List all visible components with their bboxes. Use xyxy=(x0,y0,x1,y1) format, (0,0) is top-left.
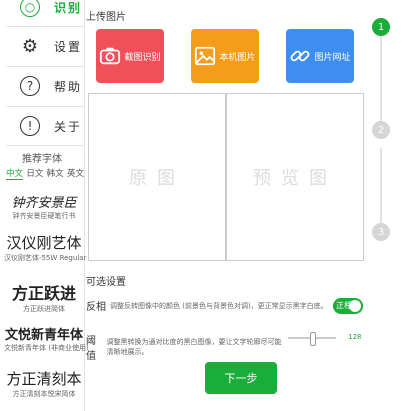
original-image-panel: 原图 xyxy=(88,93,226,261)
font-sample-caption: 文悦新青年体 (非商业使用) xyxy=(4,344,89,352)
font-sample[interactable]: 汉仪刚艺体 汉仪刚艺体-55W Regular xyxy=(4,232,87,263)
font-sample-name: 文悦新青年体 xyxy=(4,328,83,343)
slider-handle[interactable] xyxy=(310,332,317,346)
tab-chinese[interactable]: 中文 xyxy=(6,167,24,180)
font-tabs: 中文 日文 韩文 英文 xyxy=(6,167,84,180)
invert-toggle[interactable]: 正相 xyxy=(333,298,363,314)
divider xyxy=(6,145,84,146)
image-icon xyxy=(195,46,216,66)
font-sample-name: 方正跃进 xyxy=(11,284,76,303)
threshold-option-row: 阈值 调整黑转换为通对比度的黑白图像，要让文字轮廓尽可能清晰地展示。 xyxy=(86,332,286,362)
help-icon: ? xyxy=(20,76,40,96)
image-url-button[interactable]: 图片网址 xyxy=(286,29,354,83)
info-icon: ! xyxy=(20,116,40,136)
nav-item-about[interactable]: ! 关于 xyxy=(6,107,84,145)
button-label: 截图识别 xyxy=(124,52,161,63)
nav-item-help[interactable]: ? 帮助 xyxy=(6,67,84,105)
threshold-value: 128 xyxy=(348,333,362,341)
nav-label: 识别 xyxy=(54,0,83,15)
step-2: 2 xyxy=(372,121,390,139)
preview-image-panel: 预览图 xyxy=(226,93,364,261)
step-indicator: 1 2 3 xyxy=(372,18,392,241)
toggle-knob xyxy=(349,300,361,312)
screenshot-recognize-button[interactable]: 截图识别 xyxy=(96,29,164,83)
gear-icon: ⚙ xyxy=(21,35,39,57)
threshold-label: 阈值 xyxy=(86,336,96,362)
upload-section-title: 上传图片 xyxy=(86,12,126,23)
step-3: 3 xyxy=(372,223,390,241)
font-sample[interactable]: 方正跃进 方正跃进简体 xyxy=(4,280,84,314)
font-section-title: 推荐字体 xyxy=(22,154,62,165)
nav-label: 设置 xyxy=(54,39,83,54)
threshold-slider[interactable] xyxy=(288,332,336,346)
preview-image-label: 预览图 xyxy=(253,168,337,189)
nav-item-recognize[interactable]: ○ 识别 xyxy=(6,0,84,26)
font-sample[interactable]: 方正清刻本 方正清刻本悦宋简体 xyxy=(4,368,84,399)
nav-label: 帮助 xyxy=(54,79,83,94)
step-1: 1 xyxy=(372,18,390,36)
recognize-icon: ○ xyxy=(20,0,40,17)
options-section-title: 可选设置 xyxy=(86,277,126,288)
next-step-button[interactable]: 下一步 xyxy=(205,362,277,394)
link-icon xyxy=(291,50,310,62)
font-sample-name: 方正清刻本 xyxy=(6,370,82,388)
font-sample-caption: 钟齐安景臣硬笔行书 xyxy=(12,212,76,220)
font-sample-name: 钟齐安景臣 xyxy=(11,196,77,211)
camera-icon xyxy=(100,47,121,65)
invert-description: 调整反转图像中的颜色 (前景色与背景色对调)，更正常显示黑字白底。 xyxy=(110,301,328,310)
step-connector xyxy=(380,36,382,130)
font-sample[interactable]: 文悦新青年体 文悦新青年体 (非商业使用) xyxy=(4,324,89,353)
tab-english[interactable]: 英文 xyxy=(67,167,84,180)
original-image-label: 原图 xyxy=(129,168,185,189)
font-sample-caption: 汉仪刚艺体-55W Regular xyxy=(4,254,87,262)
font-sample[interactable]: 钟齐安景臣 钟齐安景臣硬笔行书 xyxy=(4,192,84,221)
local-image-button[interactable]: 本机图片 xyxy=(191,29,259,83)
tab-korean[interactable]: 韩文 xyxy=(47,167,64,180)
sidebar: ○ 识别 ⚙ 设置 ? 帮助 ! 关于 推荐字体 中文 日文 韩文 英文 钟齐安… xyxy=(0,0,89,411)
nav-item-settings[interactable]: ⚙ 设置 xyxy=(6,27,84,65)
font-sample-name: 汉仪刚艺体 xyxy=(6,234,82,252)
invert-label: 反相 xyxy=(86,302,106,313)
tab-japanese[interactable]: 日文 xyxy=(26,167,43,180)
font-sample-caption: 方正清刻本悦宋简体 xyxy=(12,390,76,398)
button-label: 本机图片 xyxy=(219,52,256,63)
invert-option-row: 反相 调整反转图像中的颜色 (前景色与背景色对调)，更正常显示黑字白底。 xyxy=(86,298,366,314)
nav-label: 关于 xyxy=(54,119,83,134)
threshold-description: 调整黑转换为通对比度的黑白图像，要让文字轮廓尽可能清晰地展示。 xyxy=(106,338,282,356)
button-label: 图片网址 xyxy=(314,52,351,63)
font-sample-caption: 方正跃进简体 xyxy=(23,305,65,313)
